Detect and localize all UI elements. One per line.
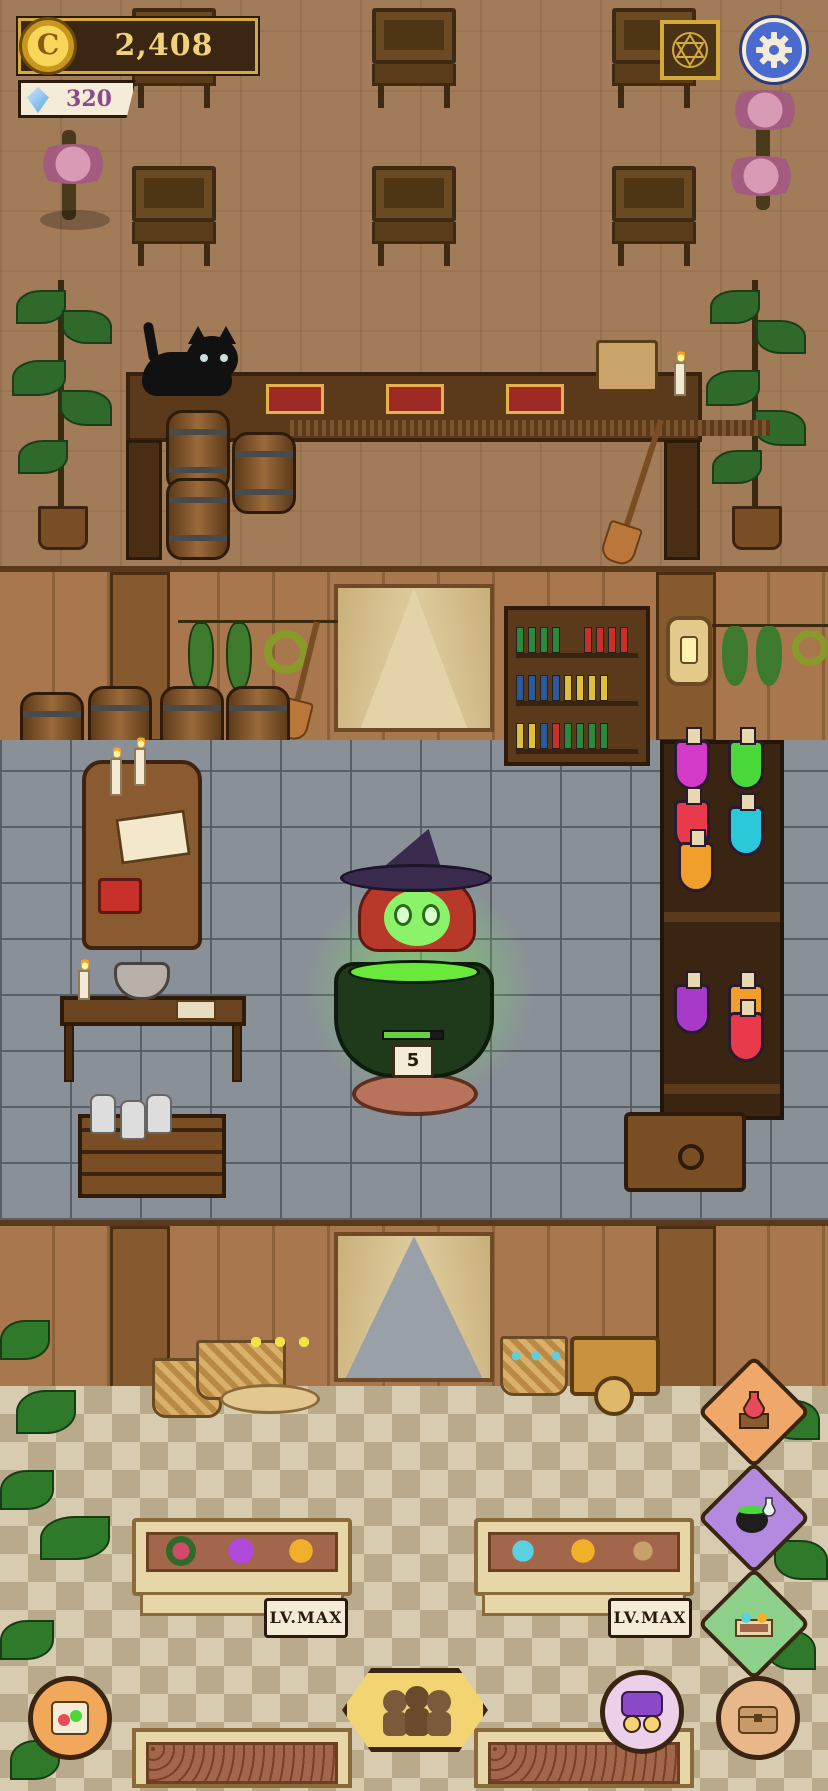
bubbling-brew — [348, 960, 480, 984]
gem-amount: 320 — [66, 86, 112, 112]
customers-button[interactable] — [342, 1668, 488, 1752]
herb-tray — [176, 1000, 216, 1020]
potion-bottle — [678, 829, 714, 892]
potion-shelf-icon — [739, 1391, 769, 1429]
stone-doorway[interactable] — [334, 1232, 494, 1382]
barrel — [166, 478, 230, 560]
storage-button[interactable] — [716, 1676, 800, 1760]
gear-icon — [756, 32, 792, 68]
counter-mat — [266, 384, 324, 414]
black-cat[interactable] — [142, 321, 238, 396]
grimoire-button[interactable] — [660, 20, 720, 80]
customers-icon — [383, 1686, 451, 1736]
coin-counter: C 2,408 — [18, 17, 258, 75]
potion-display-rack[interactable] — [660, 740, 784, 1120]
table-leg — [64, 1024, 74, 1082]
cauldron-fire — [352, 1072, 478, 1116]
candle — [674, 348, 686, 396]
coin-amount: 2,408 — [114, 28, 214, 63]
potted-leaf-plant — [706, 270, 806, 550]
potion-bottle — [674, 971, 710, 1034]
candle — [78, 956, 90, 1000]
empty-bottle — [120, 1100, 146, 1140]
gem-counter: 320 — [18, 80, 136, 118]
flower-bunch — [506, 1346, 566, 1372]
table-leg — [232, 1024, 242, 1082]
potion-bottle — [728, 793, 764, 856]
cash-register[interactable] — [596, 340, 658, 392]
garden-plot-icon — [735, 1613, 773, 1637]
recipes-button[interactable] — [28, 1676, 112, 1760]
pink-flower-plant — [706, 90, 816, 230]
hanging-herbs — [712, 616, 828, 696]
candle — [110, 744, 122, 796]
rune-tablet — [98, 878, 142, 914]
empty-bottle — [146, 1094, 172, 1134]
witch[interactable] — [384, 890, 450, 946]
coin-icon: C — [19, 17, 77, 75]
candle — [134, 734, 146, 786]
recipe-scroll-icon — [51, 1701, 89, 1735]
counter-mat — [386, 384, 444, 414]
planter-level-tag-right: LV.MAX — [608, 1598, 692, 1638]
cauldron-icon — [736, 1497, 776, 1533]
treasure-chest[interactable] — [624, 1112, 746, 1192]
potion-bottle — [728, 999, 764, 1062]
game-scene: 5 LV.MAX LV.MAX C 2,408 320 — [0, 0, 828, 1791]
counter-leg — [664, 440, 700, 560]
pink-flower-plant — [20, 100, 130, 230]
gacha-button[interactable] — [600, 1670, 684, 1754]
chair[interactable] — [132, 166, 216, 266]
chest-icon — [738, 1706, 778, 1734]
lantern — [666, 616, 712, 686]
brew-count-badge: 5 — [392, 1044, 434, 1078]
counter-mat — [506, 384, 564, 414]
gacha-machine-icon — [621, 1691, 663, 1733]
empty-bottle — [90, 1094, 116, 1134]
gem-icon — [27, 87, 49, 113]
garden-planter-right[interactable] — [474, 1518, 694, 1596]
curtained-doorway[interactable] — [334, 584, 494, 732]
counter-leg — [126, 440, 162, 560]
garden-planter-bottom-left[interactable] — [132, 1728, 352, 1788]
chair — [372, 8, 456, 108]
flower-bunch — [244, 1330, 314, 1360]
straw-hat — [220, 1384, 320, 1414]
garden-planter-left[interactable] — [132, 1518, 352, 1596]
potion-bottle — [728, 727, 764, 790]
spellbook[interactable] — [115, 809, 191, 865]
hexagram-icon — [672, 32, 708, 68]
brew-progress-bar — [382, 1030, 444, 1040]
work-table — [60, 996, 246, 1026]
witch-hat — [340, 820, 492, 894]
planter-level-tag-left: LV.MAX — [264, 1598, 348, 1638]
potted-leaf-plant — [12, 270, 112, 550]
settings-button[interactable] — [742, 18, 806, 82]
bookshelf — [504, 606, 650, 766]
barrel — [232, 432, 296, 514]
cart-wheel — [594, 1376, 634, 1416]
chair[interactable] — [372, 166, 456, 266]
chair[interactable] — [612, 166, 696, 266]
potion-bottle — [674, 727, 710, 790]
